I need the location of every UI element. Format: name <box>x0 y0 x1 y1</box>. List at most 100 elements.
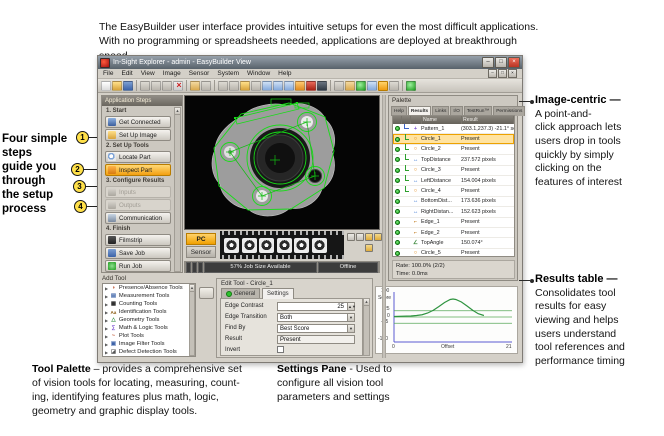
play-frames-button[interactable] <box>365 244 373 252</box>
mdi-close-button[interactable]: × <box>508 69 517 78</box>
pc-button[interactable]: PC <box>186 233 216 245</box>
undo-icon[interactable] <box>190 81 200 91</box>
results-row[interactable]: ○Circle_2Present <box>393 145 514 155</box>
results-row[interactable]: ↔LeftDistance154.004 pixels <box>393 176 514 186</box>
live-video-icon[interactable] <box>229 81 239 91</box>
scroll-up-icon[interactable]: ▲ <box>364 299 369 306</box>
tab-settings[interactable]: Settings <box>262 288 294 299</box>
edge-contrast-input[interactable]: 25 <box>277 302 355 311</box>
clear-icon[interactable] <box>334 81 344 91</box>
run-job-button[interactable]: Run Job <box>105 260 171 272</box>
open-job-icon[interactable] <box>112 81 122 91</box>
tool-category-plot[interactable]: ~Plot Tools <box>103 332 195 340</box>
tab-general[interactable]: General <box>221 288 260 298</box>
invert-checkbox[interactable] <box>277 346 284 353</box>
image-view-icon[interactable] <box>295 81 305 91</box>
easybuilder-view-icon[interactable] <box>378 81 388 91</box>
close-button[interactable]: × <box>508 57 520 68</box>
tool-category-defect-detection[interactable]: ◪Defect Detection Tools <box>103 348 195 356</box>
menu-image[interactable]: Image <box>163 70 181 77</box>
results-row[interactable]: ↔RightDistan...152.623 pixels <box>393 207 514 217</box>
locate-part-button[interactable]: Locate Part <box>105 151 171 163</box>
record-icon[interactable] <box>251 81 261 91</box>
refresh-icon[interactable] <box>356 81 366 91</box>
find-by-select[interactable]: Best Score <box>277 324 355 333</box>
delete-icon[interactable] <box>173 81 183 91</box>
zoom-out-icon[interactable] <box>273 81 283 91</box>
save-job-icon[interactable] <box>123 81 133 91</box>
last-frame-button[interactable] <box>374 233 382 241</box>
edit-tool-scrollbar[interactable]: ▲ <box>363 298 370 356</box>
results-row-selected[interactable]: ○Circle_1Present <box>393 134 514 144</box>
filmstrip-frame[interactable] <box>242 238 257 253</box>
redo-icon[interactable] <box>201 81 211 91</box>
filmstrip-frame[interactable] <box>312 238 327 253</box>
menu-system[interactable]: System <box>217 70 239 77</box>
filmstrip-frame[interactable] <box>259 238 274 253</box>
menu-sensor[interactable]: Sensor <box>189 70 210 77</box>
first-frame-button[interactable] <box>347 233 355 241</box>
tool-category-math-logic[interactable]: ∑Math & Logic Tools <box>103 324 195 332</box>
new-job-icon[interactable] <box>101 81 111 91</box>
steps-scrollbar[interactable]: ▲ <box>174 107 181 272</box>
filmstrip-frame[interactable] <box>277 238 292 253</box>
menu-help[interactable]: Help <box>278 70 291 77</box>
sensor-maintenance-icon[interactable] <box>367 81 377 91</box>
tool-category-presence-absence[interactable]: ◑Presence/Absence Tools <box>103 284 195 292</box>
results-row[interactable]: ∠TopAngle150.074° <box>393 238 514 248</box>
trigger-icon[interactable] <box>218 81 228 91</box>
upload-icon[interactable] <box>345 81 355 91</box>
results-row[interactable]: ⌐Edge_1Present <box>393 218 514 228</box>
results-row[interactable]: ○Circle_5Present <box>393 249 514 257</box>
menu-window[interactable]: Window <box>247 70 270 77</box>
add-tool-button[interactable] <box>199 287 214 299</box>
filmstrip-frame[interactable] <box>224 238 239 253</box>
tool-category-counting[interactable]: ▦Counting Tools <box>103 300 195 308</box>
mdi-restore-button[interactable]: □ <box>498 69 507 78</box>
minimize-button[interactable]: – <box>482 57 494 68</box>
menu-file[interactable]: File <box>103 70 113 77</box>
results-row[interactable]: ⌐Edge_2Present <box>393 228 514 238</box>
menu-view[interactable]: View <box>141 70 155 77</box>
tool-category-identification[interactable]: AaIdentification Tools <box>103 308 195 316</box>
tool-category-image-filter[interactable]: ▣Image Filter Tools <box>103 340 195 348</box>
set-up-image-button[interactable]: Set Up Image <box>105 129 171 141</box>
load-image-icon[interactable] <box>240 81 250 91</box>
menu-edit[interactable]: Edit <box>121 70 132 77</box>
spreadsheet-view-icon[interactable] <box>389 81 399 91</box>
online-status-icon[interactable] <box>406 81 416 91</box>
get-connected-button[interactable]: Get Connected <box>105 116 171 128</box>
image-display-area[interactable] <box>184 95 380 230</box>
copy-icon[interactable] <box>151 81 161 91</box>
paste-icon[interactable] <box>162 81 172 91</box>
edge-transition-select[interactable]: Both <box>277 313 355 322</box>
tool-category-geometry[interactable]: △Geometry Tools <box>103 316 195 324</box>
results-row[interactable]: ↔TopDistance237.572 pixels <box>393 155 514 165</box>
mdi-minimize-button[interactable]: – <box>488 69 497 78</box>
tool-category-measurement[interactable]: ▤Measurement Tools <box>103 292 195 300</box>
display-icon[interactable] <box>306 81 316 91</box>
sensor-button[interactable]: Sensor <box>186 246 216 258</box>
results-row[interactable]: ↔BottomDist...173.636 pixels <box>393 197 514 207</box>
spinner-buttons[interactable]: ▲▼ <box>347 302 355 311</box>
next-frame-button[interactable] <box>365 233 373 241</box>
maximize-button[interactable]: □ <box>495 57 507 68</box>
results-row[interactable]: +Pattern_1(303.1,237.3) -21.1° score... <box>393 124 514 134</box>
communication-button[interactable]: Communication <box>105 212 171 224</box>
zoom-in-icon[interactable] <box>262 81 272 91</box>
add-tool-scrollbar[interactable]: ▲ <box>189 284 195 356</box>
save-job-button[interactable]: Save Job <box>105 247 171 259</box>
inspect-part-button[interactable]: Inspect Part <box>105 164 171 176</box>
results-row[interactable]: ○Circle_3Present <box>393 166 514 176</box>
filmstrip-button[interactable]: Filmstrip <box>105 234 171 246</box>
pane-splitter[interactable] <box>382 95 386 358</box>
scroll-up-icon[interactable]: ▲ <box>175 108 180 115</box>
results-row[interactable]: ○Circle_4Present <box>393 186 514 196</box>
dropdown-arrow-icon[interactable]: ▼ <box>347 313 355 322</box>
monitor-icon[interactable] <box>317 81 327 91</box>
cut-icon[interactable] <box>140 81 150 91</box>
filmstrip-frame[interactable] <box>294 238 309 253</box>
dropdown-arrow-icon[interactable]: ▼ <box>347 324 355 333</box>
scroll-up-icon[interactable]: ▲ <box>190 285 194 292</box>
previous-frame-button[interactable] <box>356 233 364 241</box>
